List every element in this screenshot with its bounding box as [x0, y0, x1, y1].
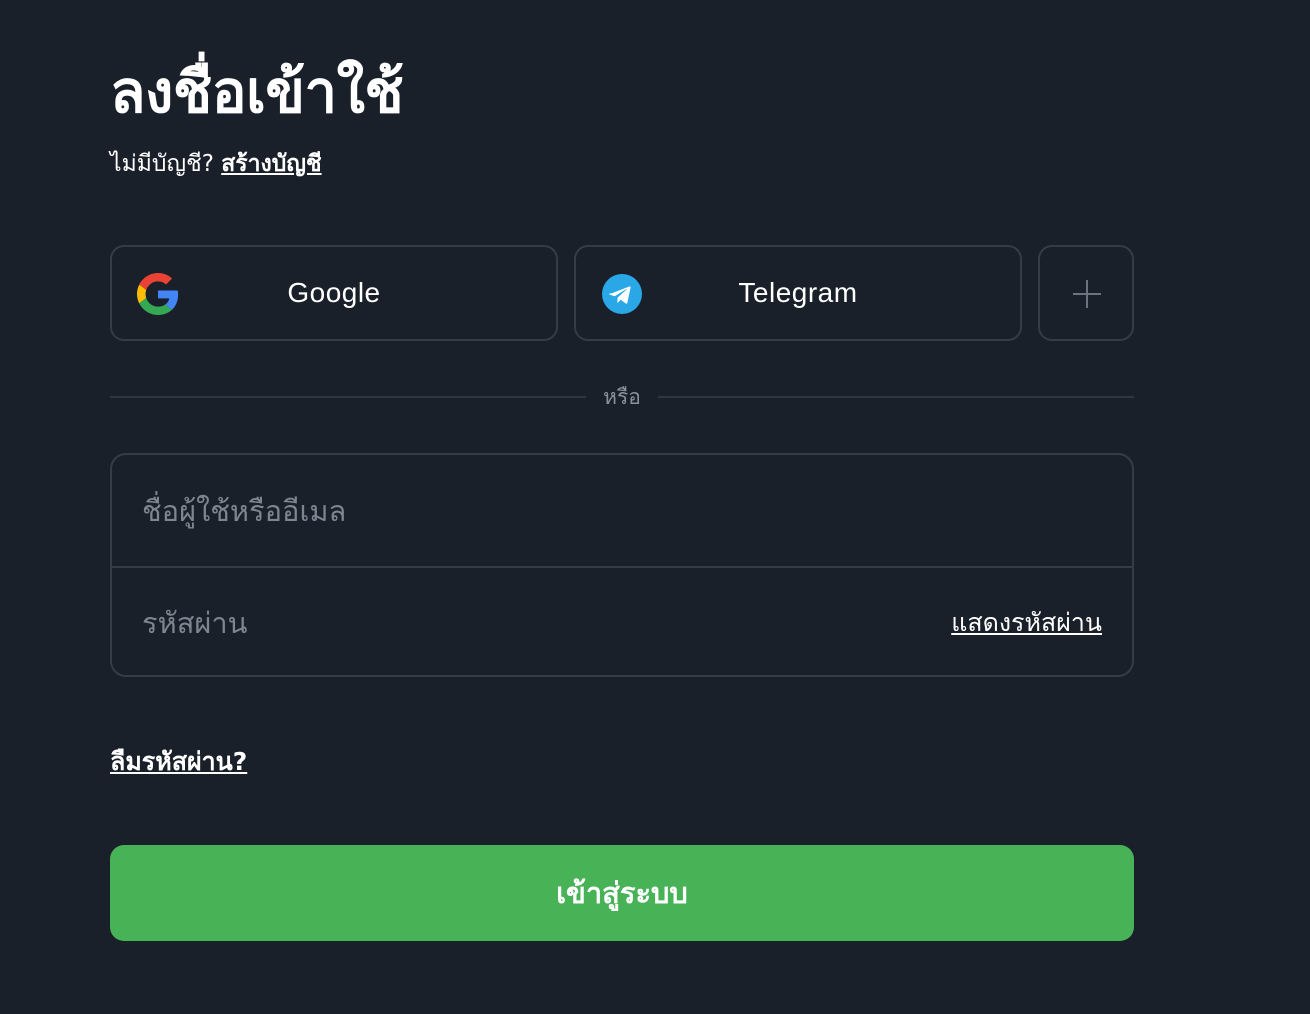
telegram-login-button[interactable]: Telegram [574, 245, 1022, 341]
no-account-text: ไม่มีบัญชี? [110, 151, 214, 177]
password-input[interactable] [142, 593, 902, 653]
login-page: ลงชื่อเข้าใช้ ไม่มีบัญชี? สร้างบัญชี Goo… [0, 0, 1310, 1014]
signup-prompt: ไม่มีบัญชี? สร้างบัญชี [110, 146, 322, 182]
google-login-button[interactable]: Google [110, 245, 558, 341]
divider-line-right [658, 396, 1134, 398]
username-email-input[interactable] [142, 481, 1102, 541]
google-label: Google [287, 277, 381, 308]
telegram-label: Telegram [738, 277, 858, 308]
more-login-options-button[interactable] [1038, 245, 1134, 341]
login-form: แสดงรหัสผ่าน [110, 453, 1134, 677]
page-title: ลงชื่อเข้าใช้ [110, 58, 404, 126]
form-separator [112, 566, 1132, 568]
show-password-link[interactable]: แสดงรหัสผ่าน [951, 603, 1102, 643]
divider-line-left [110, 396, 586, 398]
divider-or-text: หรือ [603, 385, 641, 409]
create-account-link[interactable]: สร้างบัญชี [221, 151, 321, 177]
plus-icon [1073, 280, 1101, 308]
login-submit-button[interactable]: เข้าสู่ระบบ [110, 845, 1134, 941]
forgot-password-link[interactable]: ลืมรหัสผ่าน? [110, 742, 247, 782]
